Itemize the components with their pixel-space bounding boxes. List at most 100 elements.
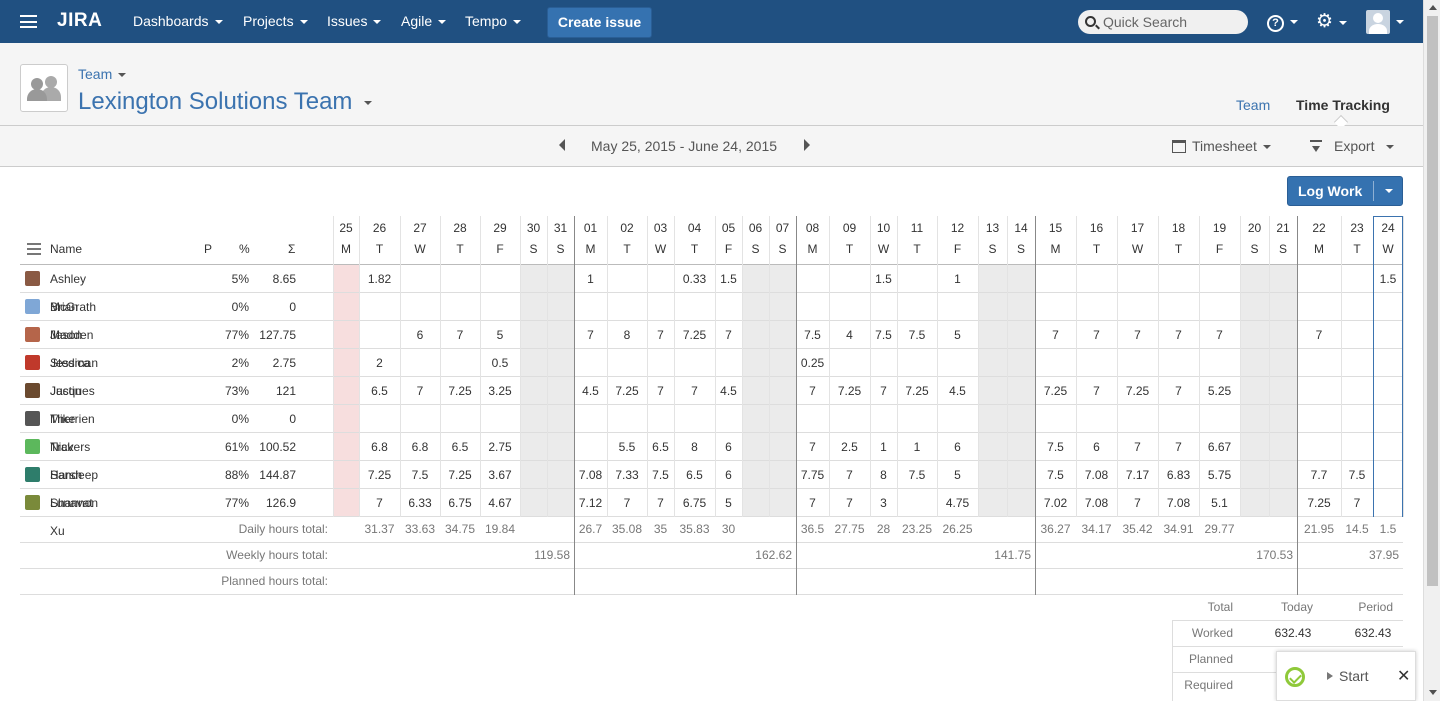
- hours-cell[interactable]: [574, 293, 607, 321]
- hours-cell[interactable]: 1.5: [715, 265, 742, 293]
- start-timer-button[interactable]: Start: [1339, 668, 1369, 684]
- user-avatar[interactable]: [25, 355, 40, 370]
- hours-cell[interactable]: [897, 293, 937, 321]
- hours-cell[interactable]: [769, 265, 796, 293]
- team-name-title[interactable]: Lexington Solutions Team: [78, 88, 373, 116]
- hours-cell[interactable]: 1: [937, 265, 978, 293]
- hours-cell[interactable]: [674, 293, 715, 321]
- hours-cell[interactable]: [742, 349, 769, 377]
- hours-cell[interactable]: [333, 405, 359, 433]
- hours-cell[interactable]: [1240, 489, 1269, 517]
- hours-cell[interactable]: [1007, 349, 1035, 377]
- hours-cell[interactable]: [1035, 405, 1076, 433]
- hours-cell[interactable]: 7: [796, 489, 829, 517]
- day-number-header[interactable]: 03: [648, 221, 674, 235]
- hours-cell[interactable]: [480, 405, 520, 433]
- hours-cell[interactable]: [897, 265, 937, 293]
- hours-cell[interactable]: [1007, 405, 1035, 433]
- hours-cell[interactable]: [937, 349, 978, 377]
- hours-cell[interactable]: 7.25: [829, 377, 870, 405]
- help-menu[interactable]: ?: [1267, 12, 1298, 32]
- hours-cell[interactable]: [796, 405, 829, 433]
- hours-cell[interactable]: 4: [829, 321, 870, 349]
- hours-cell[interactable]: 0.25: [796, 349, 829, 377]
- day-number-header[interactable]: 02: [614, 221, 640, 235]
- hours-cell[interactable]: [796, 293, 829, 321]
- hours-cell[interactable]: 6.8: [400, 433, 440, 461]
- hours-cell[interactable]: [829, 405, 870, 433]
- hours-cell[interactable]: 5.25: [1199, 377, 1240, 405]
- hours-cell[interactable]: [1341, 349, 1373, 377]
- hours-cell[interactable]: [400, 349, 440, 377]
- hours-cell[interactable]: [1269, 265, 1297, 293]
- hours-cell[interactable]: 4.5: [715, 377, 742, 405]
- hours-cell[interactable]: [440, 405, 480, 433]
- hours-cell[interactable]: 7: [1117, 321, 1158, 349]
- hours-cell[interactable]: 8: [870, 461, 897, 489]
- hours-cell[interactable]: 7.25: [1117, 377, 1158, 405]
- scrollbar-thumb[interactable]: [1427, 16, 1438, 586]
- day-number-header[interactable]: 27: [407, 221, 433, 235]
- hours-cell[interactable]: 6: [937, 433, 978, 461]
- hours-cell[interactable]: [1240, 321, 1269, 349]
- hours-cell[interactable]: [1117, 405, 1158, 433]
- hours-cell[interactable]: 7.08: [1076, 489, 1117, 517]
- hours-cell[interactable]: [1297, 405, 1341, 433]
- hours-cell[interactable]: [547, 433, 574, 461]
- hours-cell[interactable]: [1240, 293, 1269, 321]
- hours-cell[interactable]: [400, 265, 440, 293]
- hours-cell[interactable]: [547, 321, 574, 349]
- hours-cell[interactable]: 7: [1117, 489, 1158, 517]
- hours-cell[interactable]: [769, 461, 796, 489]
- hours-cell[interactable]: [1240, 405, 1269, 433]
- day-number-header[interactable]: 13: [980, 221, 1006, 235]
- hours-cell[interactable]: [1199, 265, 1240, 293]
- hours-cell[interactable]: 4.75: [937, 489, 978, 517]
- tab-time-tracking[interactable]: Time Tracking: [1296, 97, 1390, 113]
- hours-cell[interactable]: [769, 321, 796, 349]
- hours-cell[interactable]: 7: [647, 377, 674, 405]
- hours-cell[interactable]: [520, 293, 547, 321]
- hours-cell[interactable]: 8: [607, 321, 647, 349]
- hours-cell[interactable]: [796, 265, 829, 293]
- day-number-header[interactable]: 05: [716, 221, 742, 235]
- hours-cell[interactable]: [607, 349, 647, 377]
- hours-cell[interactable]: [647, 349, 674, 377]
- hours-cell[interactable]: [520, 433, 547, 461]
- hours-cell[interactable]: [1269, 405, 1297, 433]
- hours-cell[interactable]: [1269, 349, 1297, 377]
- hours-cell[interactable]: [1341, 265, 1373, 293]
- hours-cell[interactable]: [1035, 293, 1076, 321]
- hours-cell[interactable]: 7: [1158, 321, 1199, 349]
- hours-cell[interactable]: 7: [1117, 433, 1158, 461]
- hours-cell[interactable]: 8: [674, 433, 715, 461]
- hours-cell[interactable]: [978, 461, 1007, 489]
- hours-cell[interactable]: 7.08: [1076, 461, 1117, 489]
- hours-cell[interactable]: 6.75: [440, 489, 480, 517]
- hours-cell[interactable]: [715, 293, 742, 321]
- hours-cell[interactable]: [978, 321, 1007, 349]
- hours-cell[interactable]: [547, 293, 574, 321]
- hours-cell[interactable]: [1007, 461, 1035, 489]
- hours-cell[interactable]: [547, 461, 574, 489]
- user-avatar[interactable]: [1366, 10, 1390, 34]
- team-breadcrumb[interactable]: Team: [78, 66, 127, 82]
- hours-cell[interactable]: [1269, 433, 1297, 461]
- hours-cell[interactable]: [1240, 349, 1269, 377]
- day-number-header[interactable]: 28: [447, 221, 473, 235]
- hours-cell[interactable]: [1158, 293, 1199, 321]
- hours-cell[interactable]: 7: [674, 377, 715, 405]
- hours-cell[interactable]: 7: [1035, 321, 1076, 349]
- hours-cell[interactable]: [978, 489, 1007, 517]
- hours-cell[interactable]: 7.25: [897, 377, 937, 405]
- hours-cell[interactable]: 2.5: [829, 433, 870, 461]
- hours-cell[interactable]: [333, 265, 359, 293]
- hours-cell[interactable]: [1007, 489, 1035, 517]
- day-number-header[interactable]: 18: [1166, 221, 1192, 235]
- hours-cell[interactable]: [440, 349, 480, 377]
- hours-cell[interactable]: [359, 405, 400, 433]
- hours-cell[interactable]: [769, 377, 796, 405]
- hours-cell[interactable]: 7.08: [1158, 489, 1199, 517]
- nav-projects[interactable]: Projects: [243, 0, 308, 43]
- hours-cell[interactable]: [978, 293, 1007, 321]
